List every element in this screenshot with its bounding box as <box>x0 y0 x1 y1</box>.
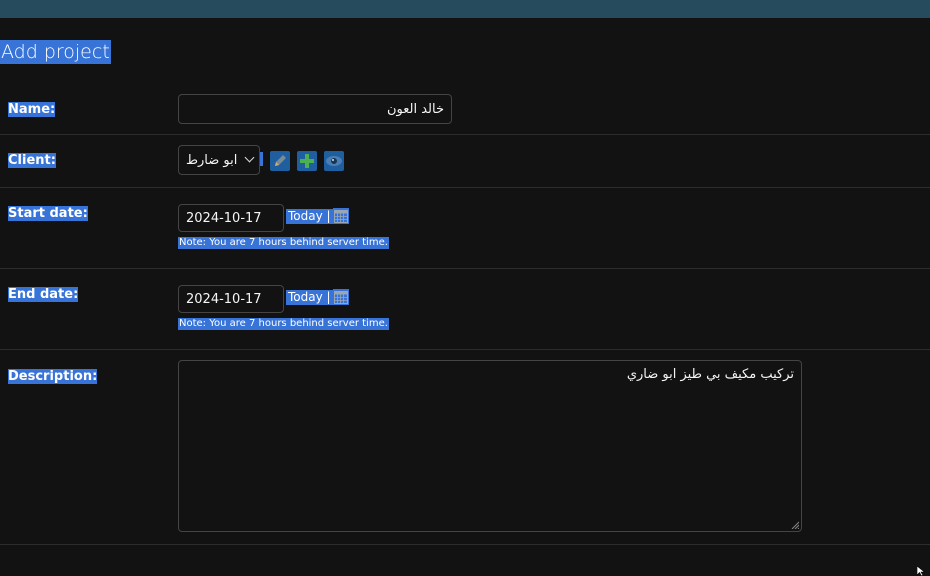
selection-marker <box>260 152 263 166</box>
page-title: Add project <box>0 40 111 64</box>
form-row-start-date: Start date: Today | Note: You are 7 hour… <box>0 188 930 269</box>
description-label: Description: <box>8 369 98 384</box>
pencil-icon[interactable] <box>270 151 290 171</box>
chevron-down-icon <box>244 152 255 163</box>
end-date-label: End date: <box>8 287 79 302</box>
mouse-cursor-icon <box>917 566 926 576</box>
description-textarea[interactable]: تركيب مكيف بي طيز ابو ضاري <box>178 360 802 532</box>
start-date-label: Start date: <box>8 206 88 221</box>
plus-icon[interactable] <box>297 151 317 171</box>
resize-handle-icon[interactable] <box>791 521 799 529</box>
client-select[interactable]: ابو ضارط <box>178 145 260 175</box>
calendar-icon[interactable] <box>333 289 349 305</box>
end-date-input[interactable] <box>178 285 284 313</box>
header-bar <box>0 0 930 18</box>
end-date-note: Note: You are 7 hours behind server time… <box>178 318 389 330</box>
start-date-note: Note: You are 7 hours behind server time… <box>178 237 389 249</box>
form-row-name: Name: <box>0 84 930 135</box>
form-row-end-date: End date: Today | Note: You are 7 hours … <box>0 269 930 350</box>
start-date-input[interactable] <box>178 204 284 232</box>
client-selected-value: ابو ضارط <box>186 153 238 168</box>
form-row-client: Client: ابو ضارط <box>0 135 930 188</box>
name-label: Name: <box>8 102 56 117</box>
calendar-icon[interactable] <box>333 208 349 224</box>
name-input[interactable] <box>178 94 452 124</box>
description-text: تركيب مكيف بي طيز ابو ضاري <box>626 367 794 382</box>
end-date-today-link[interactable]: Today | <box>286 290 333 305</box>
form-row-description: Description: تركيب مكيف بي طيز ابو ضاري <box>0 350 930 545</box>
start-date-today-link[interactable]: Today | <box>286 209 333 224</box>
client-label: Client: <box>8 153 56 168</box>
eye-icon[interactable] <box>324 151 344 171</box>
